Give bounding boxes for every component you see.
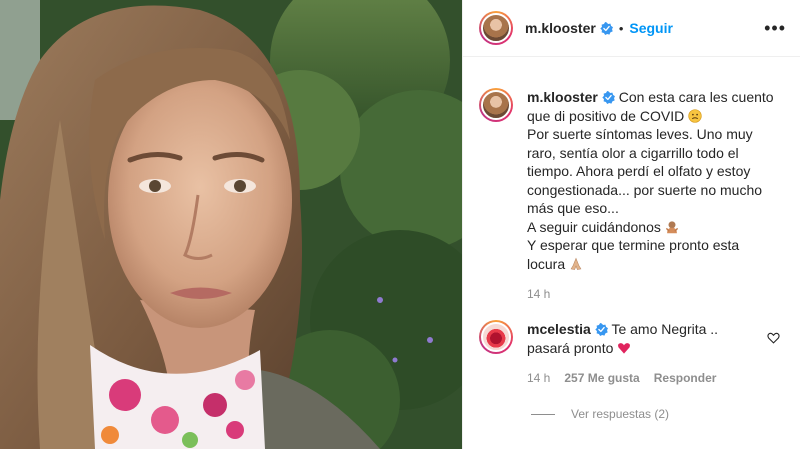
selfie-image	[0, 0, 462, 449]
post-header: m.klooster • Seguir •••	[463, 0, 800, 57]
sad-face-emoji	[688, 108, 702, 123]
comment-item: mcelestia Te amo Negrita .. pasará pront…	[463, 320, 800, 388]
caption-text-line: A seguir cuidándonos	[527, 218, 661, 235]
verified-badge-icon	[595, 323, 608, 336]
more-options-icon[interactable]: •••	[764, 19, 786, 37]
separator-dot: •	[618, 20, 624, 36]
comment-likes[interactable]: 257 Me gusta	[564, 369, 639, 388]
caption-text-line: tiempo. Ahora perdí el olfato y estoy	[527, 163, 751, 179]
caption-text-line: locura	[527, 255, 566, 272]
caption-time[interactable]: 14 h	[527, 285, 550, 304]
red-heart-emoji	[618, 342, 631, 354]
caption-text-line: Con esta cara les cuento	[618, 89, 774, 105]
caption-text-line: Y esperar que termine pronto esta	[527, 237, 740, 253]
caption-text-line: que di positivo de COVID	[527, 107, 685, 124]
view-replies-label: Ver respuestas (2)	[571, 407, 670, 421]
post-photo[interactable]	[0, 0, 462, 449]
verified-badge-icon	[602, 91, 615, 104]
author-avatar[interactable]	[479, 11, 513, 45]
folded-hands-emoji	[570, 257, 582, 270]
heart-outline-icon[interactable]	[767, 332, 780, 344]
reply-button[interactable]: Responder	[654, 369, 717, 388]
commenter-avatar[interactable]	[479, 320, 513, 354]
caption-avatar[interactable]	[479, 88, 513, 122]
commenter-username[interactable]: mcelestia	[527, 321, 591, 337]
comment-text: pasará pronto	[527, 339, 614, 356]
comment-text: Te amo Negrita ..	[611, 321, 719, 337]
post-caption: m.klooster Con esta cara les cuento que …	[463, 88, 800, 304]
verified-badge-icon	[600, 21, 613, 35]
comment-time[interactable]: 14 h	[527, 369, 550, 388]
caption-meta: 14 h	[527, 285, 784, 304]
caption-username[interactable]: m.klooster	[527, 89, 598, 105]
comment-body: mcelestia Te amo Negrita .. pasará pront…	[527, 320, 784, 388]
caption-text-line: Por suerte síntomas leves. Uno muy	[527, 126, 753, 142]
caption-body: m.klooster Con esta cara les cuento que …	[527, 88, 784, 304]
author-username[interactable]: m.klooster	[525, 20, 596, 36]
replies-divider-line	[531, 413, 555, 415]
follow-button[interactable]: Seguir	[629, 20, 673, 36]
caption-text-line: más que eso...	[527, 200, 619, 216]
comment-meta: 14 h 257 Me gusta Responder	[527, 369, 784, 388]
post-details-panel: m.klooster • Seguir ••• m.klooster Con e…	[462, 0, 800, 449]
hugging-person-emoji	[665, 220, 678, 233]
caption-text-line: congestionada... por suerte no mucho	[527, 181, 763, 198]
view-replies-button[interactable]: Ver respuestas (2)	[531, 407, 669, 421]
caption-text-line: raro, sentía olor a cigarrillo todo el	[527, 144, 739, 161]
